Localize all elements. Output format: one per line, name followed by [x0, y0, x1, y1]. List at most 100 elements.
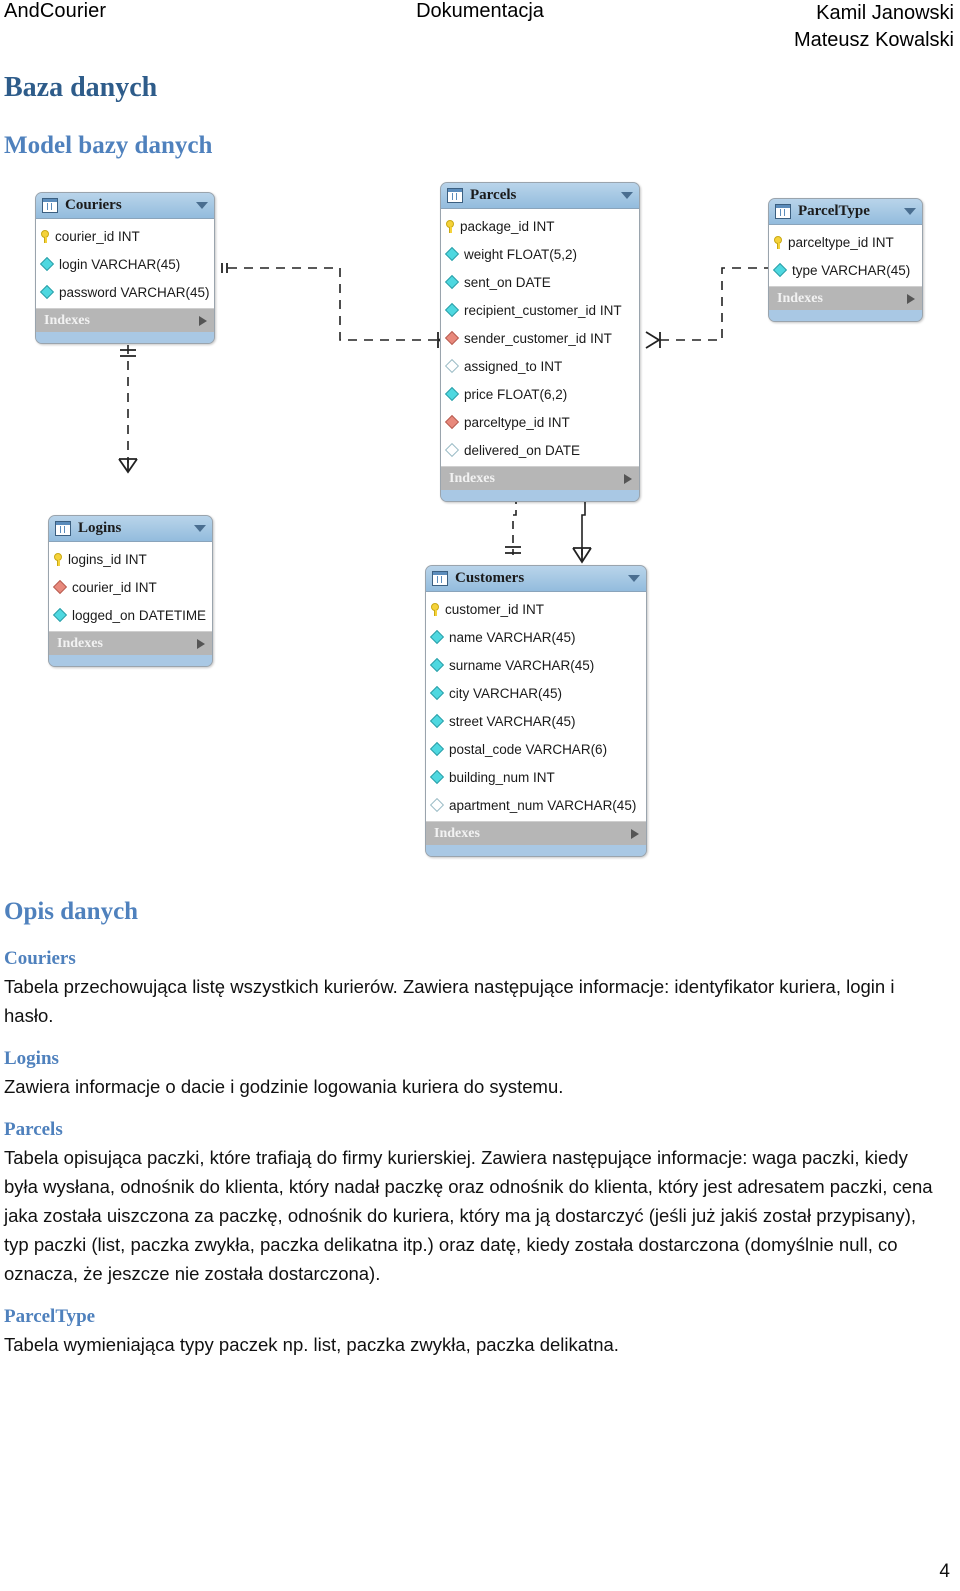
er-indexes-bar[interactable]: Indexes: [49, 631, 212, 655]
er-field-label: recipient_customer_id INT: [464, 302, 622, 318]
chevron-down-icon[interactable]: [196, 202, 208, 209]
er-field: logged_on DATETIME: [49, 601, 212, 629]
chevron-right-icon[interactable]: [631, 828, 639, 839]
foreign-key-icon: [444, 414, 460, 430]
database-model-diagram: Couriers courier_id INT login VARCHAR(45…: [0, 170, 960, 880]
chevron-right-icon[interactable]: [907, 293, 915, 304]
er-table-title: ParcelType: [798, 203, 870, 219]
table-icon: [447, 188, 463, 203]
er-field: recipient_customer_id INT: [441, 296, 639, 324]
er-table-title: Parcels: [470, 187, 517, 203]
chevron-down-icon[interactable]: [621, 192, 633, 199]
er-field: city VARCHAR(45): [426, 679, 646, 707]
chevron-down-icon[interactable]: [194, 525, 206, 532]
not-null-column-icon: [429, 741, 445, 757]
not-null-column-icon: [39, 256, 55, 272]
er-field-label: type VARCHAR(45): [792, 262, 911, 278]
er-field: customer_id INT: [426, 595, 646, 623]
er-table-logins[interactable]: Logins logins_id INT courier_id INT logg…: [48, 515, 213, 667]
er-table-parceltype[interactable]: ParcelType parceltype_id INT type VARCHA…: [768, 198, 923, 322]
section-heading-opis: Opis danych: [4, 898, 139, 925]
er-table-title: Couriers: [65, 197, 122, 213]
er-indexes-bar[interactable]: Indexes: [769, 286, 922, 310]
description-text: Tabela opisująca paczki, które trafiają …: [4, 1147, 933, 1284]
er-table-header[interactable]: Logins: [49, 516, 212, 542]
er-field: courier_id INT: [49, 573, 212, 601]
chevron-right-icon[interactable]: [197, 638, 205, 649]
er-table-customers[interactable]: Customers customer_id INT name VARCHAR(4…: [425, 565, 647, 857]
description-block-couriers: Couriers Tabela przechowująca listę wszy…: [4, 948, 944, 1030]
er-field-label: courier_id INT: [72, 579, 157, 595]
er-field-label: weight FLOAT(5,2): [464, 246, 578, 262]
er-field: apartment_num VARCHAR(45): [426, 791, 646, 819]
er-field: login VARCHAR(45): [36, 250, 214, 278]
er-field-list: logins_id INT courier_id INT logged_on D…: [49, 542, 212, 631]
er-field-label: street VARCHAR(45): [449, 713, 576, 729]
er-field-label: surname VARCHAR(45): [449, 657, 595, 673]
er-field-label: price FLOAT(6,2): [464, 386, 568, 402]
nullable-column-icon: [444, 442, 460, 458]
er-table-title: Customers: [455, 570, 525, 586]
header-author-1: Kamil Janowski: [816, 2, 954, 24]
er-table-parcels[interactable]: Parcels package_id INT weight FLOAT(5,2)…: [440, 182, 640, 502]
er-field: password VARCHAR(45): [36, 278, 214, 306]
er-indexes-label: Indexes: [434, 825, 480, 841]
er-indexes-label: Indexes: [57, 635, 103, 651]
er-field: surname VARCHAR(45): [426, 651, 646, 679]
chevron-right-icon[interactable]: [199, 315, 207, 326]
er-field-label: parceltype_id INT: [464, 414, 570, 430]
er-indexes-bar[interactable]: Indexes: [441, 466, 639, 490]
er-field-label: delivered_on DATE: [464, 442, 581, 458]
er-indexes-bar[interactable]: Indexes: [36, 308, 214, 332]
section-heading-model: Model bazy danych: [4, 132, 213, 159]
not-null-column-icon: [429, 629, 445, 645]
not-null-column-icon: [52, 607, 68, 623]
er-field-list: parceltype_id INT type VARCHAR(45): [769, 225, 922, 286]
er-table-header[interactable]: Parcels: [441, 183, 639, 209]
er-table-header[interactable]: ParcelType: [769, 199, 922, 225]
er-field: courier_id INT: [36, 222, 214, 250]
er-indexes-bar[interactable]: Indexes: [426, 821, 646, 845]
er-table-header[interactable]: Couriers: [36, 193, 214, 219]
er-table-footer: [769, 310, 922, 321]
description-title: Logins: [4, 1048, 59, 1069]
er-field: delivered_on DATE: [441, 436, 639, 464]
chevron-right-icon[interactable]: [624, 473, 632, 484]
er-table-couriers[interactable]: Couriers courier_id INT login VARCHAR(45…: [35, 192, 215, 344]
description-text: Zawiera informacje o dacie i godzinie lo…: [4, 1076, 564, 1097]
chevron-down-icon[interactable]: [628, 575, 640, 582]
page-title: Baza danych: [4, 72, 158, 103]
not-null-column-icon: [444, 274, 460, 290]
er-field-label: package_id INT: [460, 218, 555, 234]
er-field-label: postal_code VARCHAR(6): [449, 741, 608, 757]
foreign-key-icon: [444, 330, 460, 346]
er-field: building_num INT: [426, 763, 646, 791]
chevron-down-icon[interactable]: [904, 208, 916, 215]
header-authors: Kamil Janowski Mateusz Kowalski: [794, 0, 954, 54]
er-field-label: apartment_num VARCHAR(45): [449, 797, 637, 813]
er-table-footer: [441, 490, 639, 501]
primary-key-icon: [41, 229, 50, 243]
description-block-parcels: Parcels Tabela opisująca paczki, które t…: [4, 1119, 944, 1288]
nullable-column-icon: [429, 797, 445, 813]
er-field-label: assigned_to INT: [464, 358, 563, 374]
table-icon: [432, 571, 448, 586]
er-field-list: package_id INT weight FLOAT(5,2) sent_on…: [441, 209, 639, 466]
er-table-header[interactable]: Customers: [426, 566, 646, 592]
er-field-label: password VARCHAR(45): [59, 284, 210, 300]
not-null-column-icon: [429, 713, 445, 729]
er-field-list: customer_id INT name VARCHAR(45) surname…: [426, 592, 646, 821]
er-field-label: login VARCHAR(45): [59, 256, 181, 272]
primary-key-icon: [431, 602, 440, 616]
er-field-label: sender_customer_id INT: [464, 330, 612, 346]
er-field: sent_on DATE: [441, 268, 639, 296]
er-field-label: sent_on DATE: [464, 274, 551, 290]
not-null-column-icon: [429, 685, 445, 701]
er-indexes-label: Indexes: [44, 312, 90, 328]
description-text: Tabela wymieniająca typy paczek np. list…: [4, 1334, 619, 1355]
not-null-column-icon: [444, 386, 460, 402]
er-field: type VARCHAR(45): [769, 256, 922, 284]
er-field: street VARCHAR(45): [426, 707, 646, 735]
er-field: price FLOAT(6,2): [441, 380, 639, 408]
description-text: Tabela przechowująca listę wszystkich ku…: [4, 976, 895, 1026]
